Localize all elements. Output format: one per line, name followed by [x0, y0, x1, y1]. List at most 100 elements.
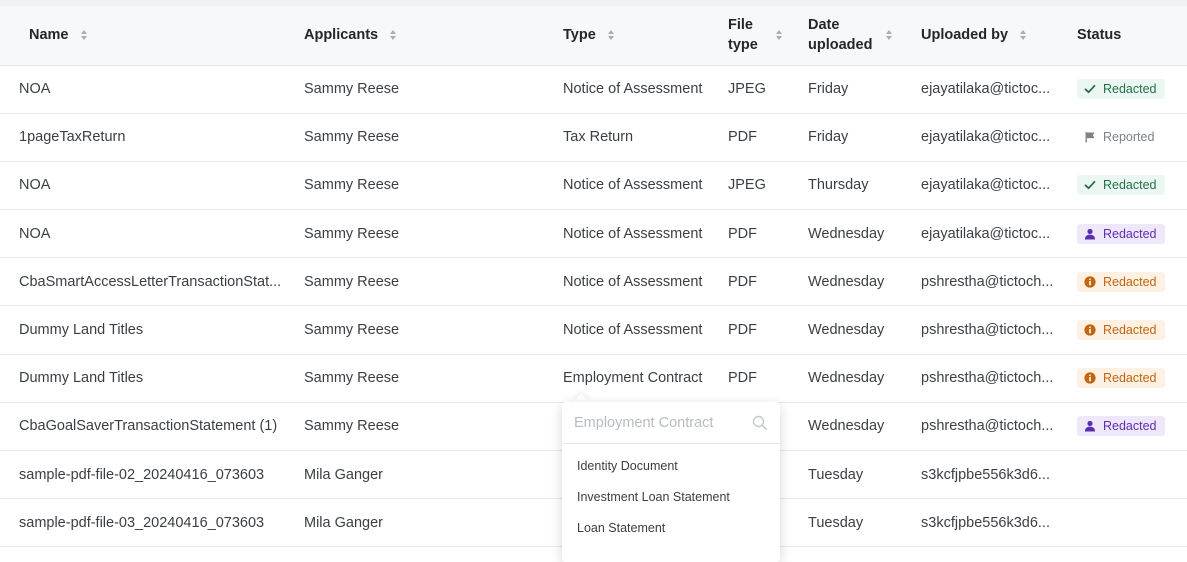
- search-icon[interactable]: [752, 415, 768, 431]
- check-icon: [1084, 179, 1096, 191]
- date-cell: Friday: [808, 65, 921, 114]
- column-header-date-uploaded[interactable]: Date uploaded: [808, 6, 921, 66]
- name-cell: Dummy Land Titles: [0, 354, 304, 403]
- file-type-cell: PDF: [728, 257, 808, 307]
- status-badge: Redacted: [1077, 79, 1165, 100]
- table-row[interactable]: NOA Sammy Reese Notice of Assessment JPEG Fr…: [0, 65, 1187, 114]
- type-cell: Employment Contract: [563, 354, 728, 403]
- file-type-cell: JPEG: [728, 65, 808, 114]
- type-option[interactable]: Loan Statement: [562, 513, 780, 544]
- name-cell: 1pageTaxReturn: [0, 113, 304, 162]
- applicant-cell: Sammy Reese: [304, 257, 563, 307]
- applicant-cell: Sammy Reese: [304, 209, 563, 259]
- type-option[interactable]: Identity Document: [562, 451, 780, 482]
- name-cell: CbaSmartAccessLetterTransactionStat...: [0, 257, 304, 307]
- column-header-name[interactable]: Name: [0, 6, 304, 66]
- status-badge: Redacted: [1077, 175, 1165, 196]
- status-label: Redacted: [1103, 226, 1157, 241]
- applicant-cell: Mila Ganger: [304, 498, 563, 548]
- status-badge: Redacted: [1077, 416, 1165, 437]
- type-dropdown: Identity Document Investment Loan Statem…: [562, 402, 780, 562]
- status-cell: Reported: [1077, 113, 1187, 162]
- column-header-file-type[interactable]: File type: [728, 6, 808, 66]
- type-dropdown-search: [562, 402, 780, 444]
- applicant-cell: Sammy Reese: [304, 354, 563, 403]
- sort-icon[interactable]: [1020, 30, 1027, 41]
- status-badge: Reported: [1077, 127, 1162, 147]
- column-label: Status: [1077, 27, 1122, 44]
- status-cell: Redacted: [1077, 305, 1187, 355]
- type-cell: Tax Return: [563, 113, 728, 162]
- sort-icon[interactable]: [775, 30, 782, 41]
- type-cell: Notice of Assessment: [563, 209, 728, 259]
- status-label: Redacted: [1103, 178, 1157, 193]
- table-row[interactable]: Dummy Land Titles Sammy Reese Employment C…: [0, 354, 1187, 403]
- name-cell: Dummy Land Titles: [0, 305, 304, 355]
- name-cell: NOA: [0, 209, 304, 259]
- status-cell: Redacted: [1077, 161, 1187, 211]
- column-header-uploaded-by[interactable]: Uploaded by: [921, 6, 1077, 66]
- file-type-cell: JPEG: [728, 161, 808, 211]
- applicant-cell: Sammy Reese: [304, 113, 563, 162]
- status-badge: Redacted: [1077, 271, 1165, 292]
- type-search-input[interactable]: [574, 414, 744, 431]
- table-row[interactable]: NOA Sammy Reese Notice of Assessment PDF Wed…: [0, 209, 1187, 259]
- status-cell: Redacted: [1077, 354, 1187, 403]
- uploaded-by-cell: pshrestha@tictoch...: [921, 354, 1077, 403]
- status-label: Reported: [1103, 130, 1155, 145]
- date-cell: Tuesday: [808, 450, 921, 500]
- type-option-list: Identity Document Investment Loan Statem…: [562, 444, 780, 544]
- table-header-row: Name Applicants Type File type Date upload…: [0, 6, 1187, 66]
- column-label: Date uploaded: [808, 17, 873, 54]
- type-cell: Notice of Assessment: [563, 65, 728, 114]
- table-row[interactable]: NOA Sammy Reese Notice of Assessment JPEG Th…: [0, 161, 1187, 211]
- applicant-cell: Sammy Reese: [304, 305, 563, 355]
- type-cell: Notice of Assessment: [563, 257, 728, 307]
- name-cell: NOA: [0, 65, 304, 114]
- file-type-cell: PDF: [728, 354, 808, 403]
- applicant-cell: Sammy Reese: [304, 402, 563, 452]
- status-cell: Redacted: [1077, 65, 1187, 114]
- name-cell: sample-pdf-file-03_20240416_073603: [0, 498, 304, 548]
- date-cell: Wednesday: [808, 354, 921, 403]
- column-label: Name: [29, 27, 69, 44]
- status-label: Redacted: [1103, 82, 1157, 97]
- uploaded-by-cell: ejayatilaka@tictoc...: [921, 65, 1077, 114]
- type-option[interactable]: Investment Loan Statement: [562, 482, 780, 513]
- name-cell: CbaGoalSaverTransactionStatement (1): [0, 402, 304, 452]
- sort-icon[interactable]: [886, 30, 893, 41]
- uploaded-by-cell: s3kcfjpbe556k3d6...: [921, 498, 1077, 548]
- column-label: Applicants: [304, 27, 379, 44]
- applicant-cell: Mila Ganger: [304, 450, 563, 500]
- file-type-cell: PDF: [728, 209, 808, 259]
- file-type-cell: PDF: [728, 113, 808, 162]
- date-cell: Wednesday: [808, 257, 921, 307]
- uploaded-by-cell: s3kcfjpbe556k3d6...: [921, 450, 1077, 500]
- column-label: Type: [563, 27, 596, 44]
- sort-icon[interactable]: [80, 30, 87, 41]
- column-header-applicants[interactable]: Applicants: [304, 6, 563, 66]
- status-badge: Redacted: [1077, 223, 1165, 244]
- date-cell: Wednesday: [808, 305, 921, 355]
- status-cell: [1077, 498, 1187, 548]
- table-row[interactable]: Dummy Land Titles Sammy Reese Notice of As…: [0, 305, 1187, 355]
- column-label: Uploaded by: [921, 27, 1009, 44]
- sort-icon[interactable]: [390, 30, 397, 41]
- status-cell: Redacted: [1077, 402, 1187, 452]
- date-cell: Wednesday: [808, 402, 921, 452]
- uploaded-by-cell: ejayatilaka@tictoc...: [921, 113, 1077, 162]
- file-type-cell: PDF: [728, 305, 808, 355]
- date-cell: Tuesday: [808, 498, 921, 548]
- table-row[interactable]: CbaSmartAccessLetterTransactionStat... Sa…: [0, 257, 1187, 307]
- name-cell: NOA: [0, 161, 304, 211]
- column-header-type[interactable]: Type: [563, 6, 728, 66]
- sort-icon[interactable]: [607, 30, 614, 41]
- uploaded-by-cell: ejayatilaka@tictoc...: [921, 161, 1077, 211]
- uploaded-by-cell: ejayatilaka@tictoc...: [921, 209, 1077, 259]
- info-icon: [1084, 324, 1096, 336]
- table-row[interactable]: 1pageTaxReturn Sammy Reese Tax Return PDF Fr…: [0, 113, 1187, 162]
- check-icon: [1084, 83, 1096, 95]
- name-cell: sample-pdf-file-02_20240416_073603: [0, 450, 304, 500]
- status-cell: [1077, 450, 1187, 500]
- date-cell: Wednesday: [808, 209, 921, 259]
